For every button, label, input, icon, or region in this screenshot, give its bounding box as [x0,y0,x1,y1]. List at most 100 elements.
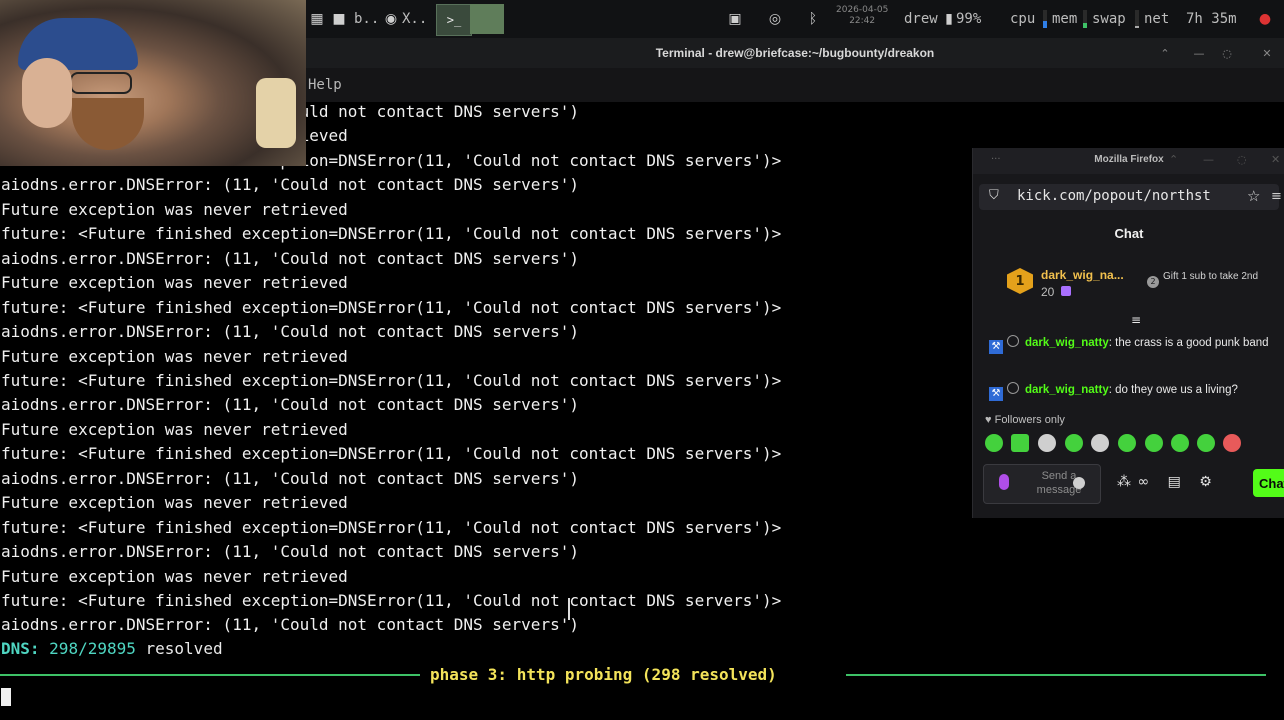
person-hand [22,58,72,128]
phase-text: phase 3: http probing (298 resolved) [430,665,777,684]
folder-icon[interactable]: ■ [330,10,348,28]
terminal-line: Future exception was never retrieved [1,493,348,513]
uptime: 7h 35m [1186,11,1237,27]
menu-help[interactable]: Help [308,77,342,93]
staff-badge-icon: ⚒ [989,340,1003,354]
dns-summary-line: DNS: 298/29895 resolved [1,639,223,659]
store-icon[interactable]: ▤ [1168,474,1181,490]
terminal-line: aiodns.error.DNSError: (11, 'Could not c… [1,395,579,415]
emote-icon[interactable] [1145,434,1163,452]
emote-icon[interactable] [985,434,1003,452]
mem-bar [1080,8,1090,30]
emote-icon[interactable] [1118,434,1136,452]
display-icon[interactable]: ▣ [726,10,744,28]
battery-percent: 99% [956,11,982,27]
heart-icon: ♥ [985,414,992,426]
chat-username[interactable]: dark_wig_natty [1025,337,1109,349]
shield-icon[interactable]: ⛉ [989,188,999,203]
sub-rank-badge: 1 [1007,268,1033,294]
emote-icon[interactable] [1197,434,1215,452]
window-menu-icon[interactable]: ··· [991,154,1001,165]
terminal-line: future: <Future finished exception=DNSEr… [1,517,782,537]
terminal-line: aiodns.error.DNSError: (11, 'Could not c… [1,248,579,268]
verified-badge-icon [1007,382,1019,394]
phase-rule-left [0,674,420,676]
terminal-line: aiodns.error.DNSError: (11, 'Could not c… [1,322,579,342]
bluetooth-icon[interactable]: ᛒ [804,10,822,28]
chat-send-button[interactable]: Chat [1253,469,1284,497]
verified-badge-icon [1007,335,1019,347]
phase-banner: phase 3: http probing (298 resolved) [0,665,1284,685]
url-text[interactable]: kick.com/popout/northst [1017,188,1239,204]
staff-badge-icon: ⚒ [989,387,1003,401]
swap-bar [1132,8,1142,30]
cpu-label: cpu [1010,11,1036,27]
chevron-up-icon[interactable]: ⌃ [1169,153,1178,166]
terminal-line: Future exception was never retrieved [1,346,348,366]
terminal-line: Future exception was never retrieved [1,273,348,293]
terminal-line: aiodns.error.DNSError: (11, 'Could not c… [1,615,579,635]
maximize-button[interactable]: ◌ [1237,153,1247,166]
emote-icon[interactable] [1091,434,1109,452]
terminal-titlebar[interactable]: Terminal - drew@briefcase:~/bugbounty/dr… [306,38,1284,68]
clock-time: 22:42 [849,16,876,26]
net-label: net [1144,11,1170,27]
top-gifter-name[interactable]: dark_wig_na... [1041,268,1124,282]
chevron-up-icon[interactable]: ⌃ [1158,46,1172,60]
chat-heading: Chat [1114,226,1144,241]
bookmark-star-icon[interactable]: ☆ [1247,187,1260,205]
emote-icon[interactable] [1011,434,1029,452]
infinity-icon[interactable]: ∞ [1137,474,1149,490]
taskbar-terminal[interactable]: >_ [436,4,472,36]
gear-icon[interactable]: ⚙ [1199,474,1212,490]
users-icon[interactable]: ⁂ [1117,474,1131,490]
gift-icon: 2 [1147,276,1159,288]
followers-only-notice: ♥ Followers only [985,414,1065,426]
dns-status: resolved [145,639,223,658]
person-glasses [70,72,132,94]
firefox-titlebar[interactable]: Mozilla Firefox ··· ⌃ — ◌ ✕ [973,148,1284,174]
mem-label: mem [1052,11,1078,27]
taskbar-item-2[interactable]: X.. [402,8,427,30]
clock[interactable]: 2026-04-05 22:42 [836,5,888,27]
mic-icon[interactable]: ● [1256,10,1274,28]
username: drew [904,11,938,27]
emoji-icon[interactable] [1073,477,1085,489]
hamburger-menu-icon[interactable]: ≡ [1271,189,1282,204]
url-bar[interactable]: ⛉ kick.com/popout/northst ☆ [979,184,1279,210]
terminal-line: future: <Future finished exception=DNSEr… [1,591,782,610]
emote-icon[interactable] [1038,434,1056,452]
app-icon-2[interactable]: ◉ [382,10,400,28]
top-gifter-count: 20 [1041,285,1055,299]
mouse-ibeam-cursor [568,598,570,620]
cpu-bar [1040,8,1050,30]
close-button[interactable]: ✕ [1260,46,1274,60]
clock-date: 2026-04-05 [836,5,889,15]
app-icon[interactable]: ▦ [308,10,326,28]
terminal-line: future: <Future finished exception=DNSEr… [1,297,782,317]
microphone-icon[interactable] [999,474,1009,490]
taskbar-item-1[interactable]: b.. [354,8,379,30]
terminal-line: Future exception was never retrieved [1,566,348,586]
chat-text: : do they owe us a living? [1108,384,1238,396]
close-button[interactable]: ✕ [1271,153,1280,166]
background-lamp [256,78,296,148]
maximize-button[interactable]: ◌ [1220,46,1234,60]
pinned-menu-icon[interactable]: ≡ [1129,313,1143,327]
terminal-line: future: <Future finished exception=DNSEr… [1,224,782,244]
minimize-button[interactable]: — [1203,153,1214,166]
emote-icon[interactable] [1171,434,1189,452]
terminal-menubar [306,68,1284,102]
emote-bar [985,434,1284,456]
chat-username[interactable]: dark_wig_natty [1025,384,1109,396]
firefox-chat-window[interactable]: Mozilla Firefox ··· ⌃ — ◌ ✕ ⛉ kick.com/p… [972,148,1284,518]
minimize-button[interactable]: — [1192,46,1206,60]
network-icon[interactable]: ◎ [766,10,784,28]
terminal-line: Future exception was never retrieved [1,419,348,439]
emote-icon[interactable] [1065,434,1083,452]
followers-only-label: Followers only [994,414,1065,426]
emote-icon[interactable] [1223,434,1241,452]
terminal-line: aiodns.error.DNSError: (11, 'Could not c… [1,175,579,195]
taskbar-active-slot[interactable] [470,4,504,34]
gift-prompt[interactable]: Gift 1 sub to take 2nd [1163,271,1273,282]
